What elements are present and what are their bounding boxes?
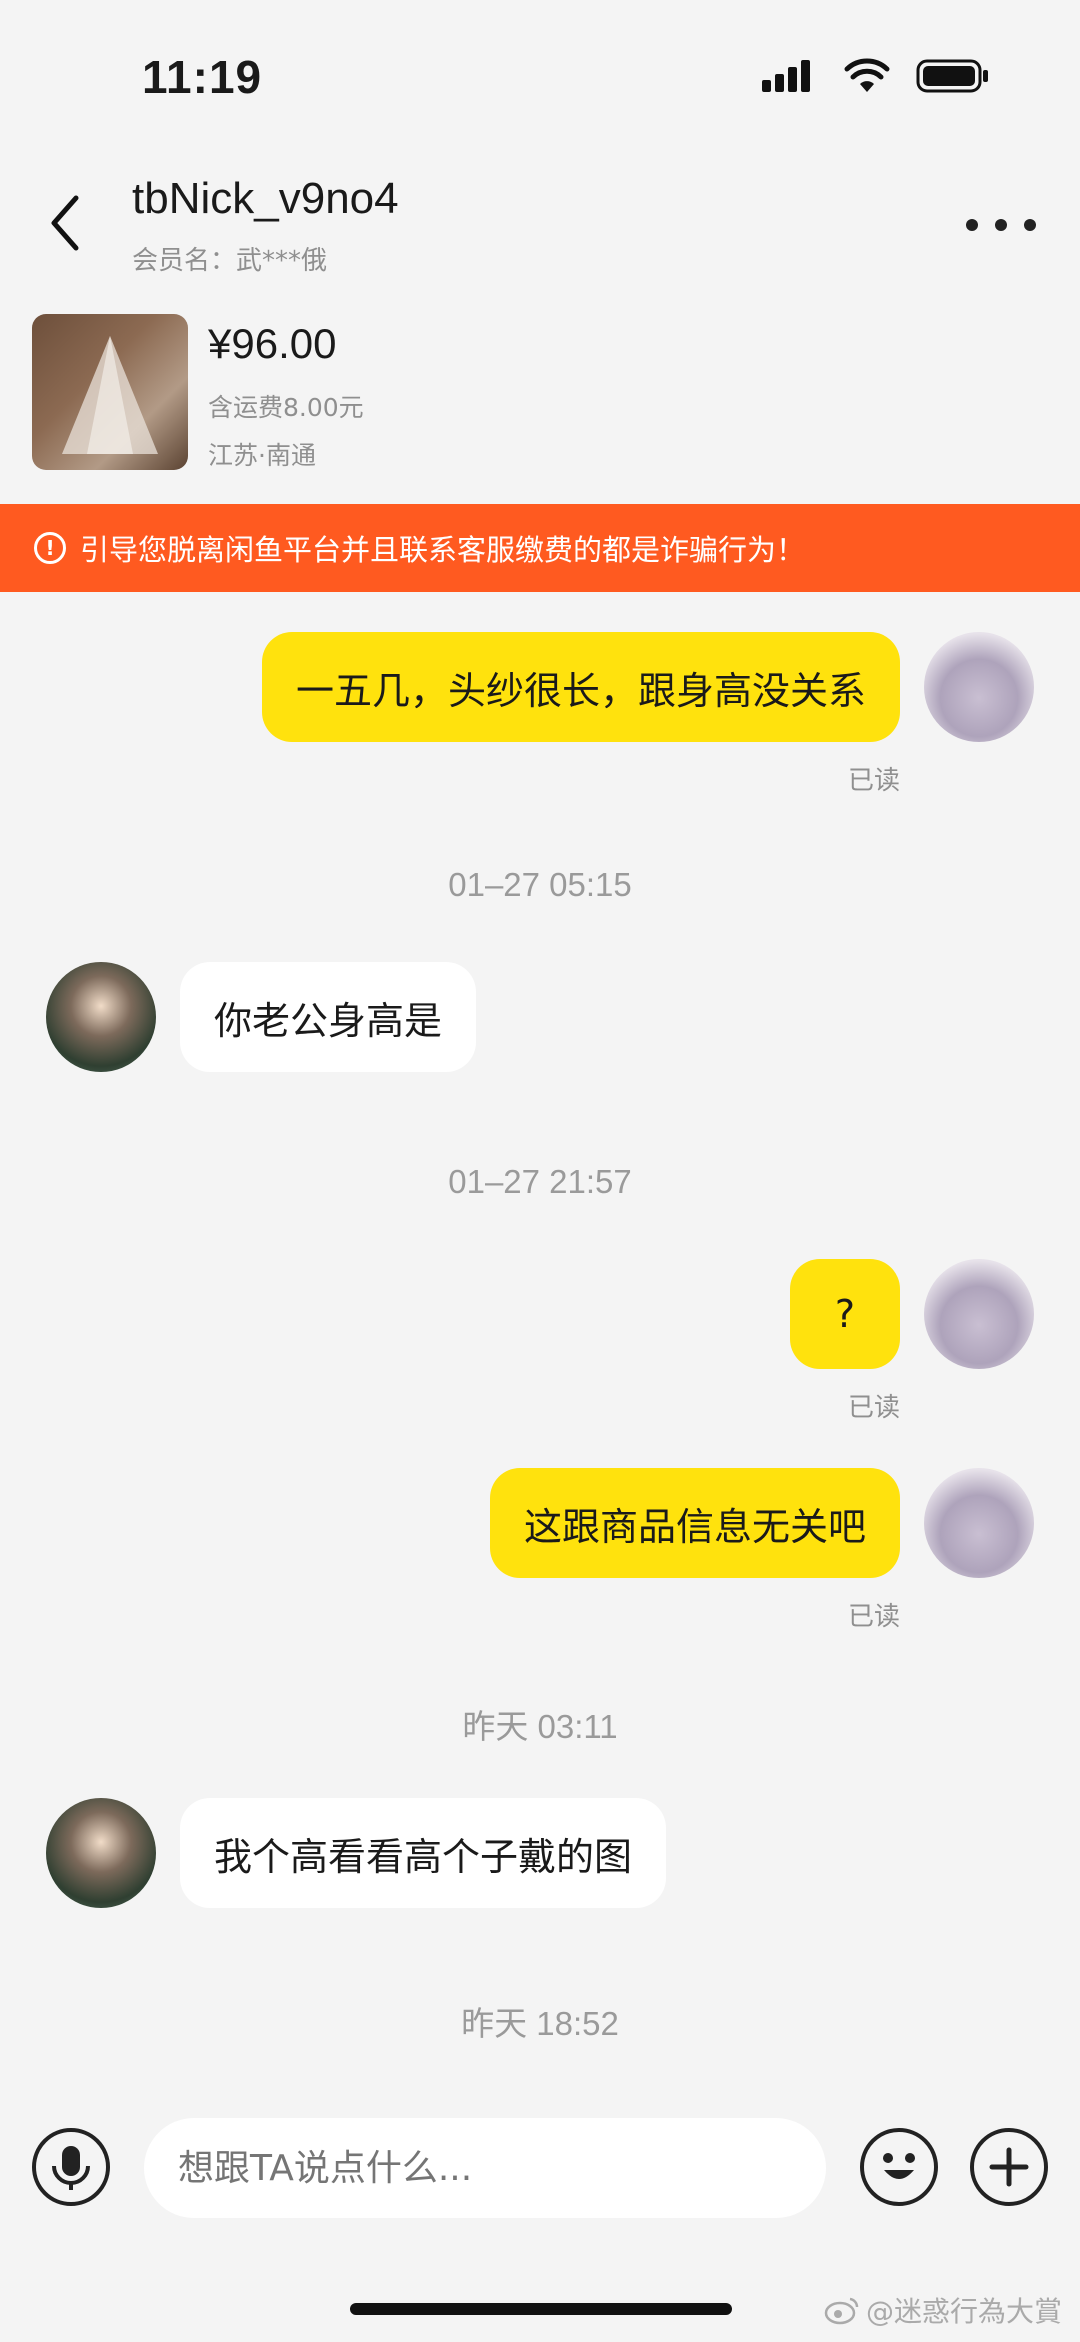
contact-avatar[interactable] xyxy=(46,962,156,1072)
read-status: 已读 xyxy=(847,1602,900,1632)
read-status: 已读 xyxy=(847,766,900,796)
smiley-icon xyxy=(883,2153,915,2179)
message-timestamp: 昨天 03:11 xyxy=(462,1708,618,1745)
message-bubble-sent[interactable]: ? xyxy=(790,1259,900,1369)
member-name: 会员名：武***俄 xyxy=(132,246,328,276)
my-avatar[interactable] xyxy=(924,1259,1034,1369)
my-avatar[interactable] xyxy=(924,1468,1034,1578)
more-dot xyxy=(966,219,978,231)
message-bubble-sent[interactable]: 这跟商品信息无关吧 xyxy=(489,1468,900,1578)
more-dot xyxy=(995,219,1007,231)
watermark: @迷惑行為大賞 xyxy=(824,2290,1062,2330)
status-time: 11:19 xyxy=(142,51,263,103)
microphone-icon xyxy=(52,2146,90,2190)
more-options-icon[interactable] xyxy=(966,210,1036,240)
message-timestamp: 01–27 05:15 xyxy=(448,866,632,903)
alert-icon: ! xyxy=(34,532,66,564)
product-card[interactable]: ¥96.00 含运费8.00元 江苏·南通 xyxy=(0,300,1080,500)
voice-input-button[interactable] xyxy=(32,2128,110,2206)
contact-nickname[interactable]: tbNick_v9no4 xyxy=(132,174,399,224)
my-avatar[interactable] xyxy=(924,632,1034,742)
message-bubble-sent[interactable]: 一五几，头纱很长，跟身高没关系 xyxy=(261,632,900,742)
signal-icon xyxy=(762,60,810,92)
shipping-fee: 含运费8.00元 xyxy=(208,393,364,422)
weibo-logo-icon xyxy=(824,2297,859,2325)
read-status: 已读 xyxy=(847,1393,900,1423)
plus-icon xyxy=(989,2147,1029,2187)
home-indicator xyxy=(350,2303,732,2315)
more-dot xyxy=(1024,219,1036,231)
add-attachment-button[interactable] xyxy=(970,2128,1048,2206)
message-timestamp: 01–27 21:57 xyxy=(448,1163,632,1200)
wifi-icon xyxy=(844,58,890,92)
emoji-button[interactable] xyxy=(860,2128,938,2206)
chat-header: tbNick_v9no4 会员名：武***俄 xyxy=(0,160,1080,290)
status-bar: 11:19 xyxy=(0,0,1080,160)
battery-icon xyxy=(916,59,988,93)
message-bubble-received[interactable]: 我个高看看高个子戴的图 xyxy=(180,1798,667,1908)
message-bubble-received[interactable]: 你老公身高是 xyxy=(180,962,477,1072)
product-thumbnail[interactable] xyxy=(32,314,188,470)
warning-text: 引导您脱离闲鱼平台并且联系客服缴费的都是诈骗行为！ xyxy=(80,533,806,567)
veil-image-icon xyxy=(62,336,158,454)
contact-avatar[interactable] xyxy=(46,1798,156,1908)
fraud-warning-banner: ! 引导您脱离闲鱼平台并且联系客服缴费的都是诈骗行为！ xyxy=(0,504,1080,592)
back-arrow-icon[interactable] xyxy=(40,188,90,258)
product-price: ¥96.00 xyxy=(208,320,337,367)
message-timestamp: 昨天 18:52 xyxy=(461,2005,619,2042)
seller-location: 江苏·南通 xyxy=(208,441,316,470)
watermark-text: @迷惑行為大賞 xyxy=(865,2295,1062,2328)
input-bar xyxy=(0,2100,1080,2270)
message-input[interactable] xyxy=(144,2118,826,2218)
status-icons xyxy=(762,58,990,94)
